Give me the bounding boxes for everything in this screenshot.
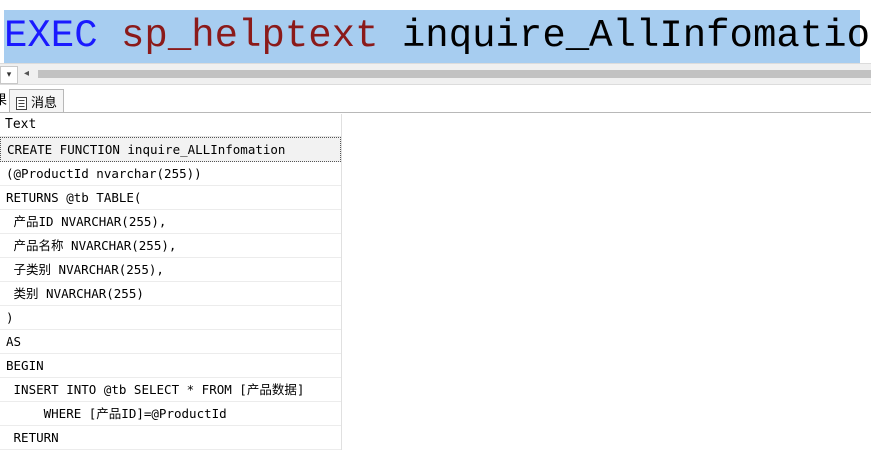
scroll-left-icon[interactable]: ◂ <box>24 65 29 83</box>
column-header-text[interactable]: Text <box>0 114 341 137</box>
table-row[interactable]: RETURN <box>0 426 341 450</box>
table-row[interactable]: 类别 NVARCHAR(255) <box>0 282 341 306</box>
horizontal-scrollbar[interactable]: ▾ ◂ <box>0 63 871 85</box>
editor-selected-line[interactable]: EXEC sp_helptext inquire_AllInfomation <box>4 10 871 63</box>
chevron-down-icon[interactable]: ▾ <box>0 66 18 84</box>
results-grid[interactable]: Text CREATE FUNCTION inquire_ALLInfomati… <box>0 114 342 450</box>
sql-editor[interactable]: EXEC sp_helptext inquire_AllInfomation <box>0 0 871 63</box>
exec-keyword: EXEC <box>4 14 98 58</box>
table-row[interactable]: 产品名称 NVARCHAR(255), <box>0 234 341 258</box>
table-row[interactable]: CREATE FUNCTION inquire_ALLInfomation <box>0 137 341 162</box>
table-row[interactable]: 子类别 NVARCHAR(255), <box>0 258 341 282</box>
tab-messages[interactable]: 消息 <box>9 89 65 112</box>
table-row[interactable]: AS <box>0 330 341 354</box>
table-row[interactable]: BEGIN <box>0 354 341 378</box>
table-row[interactable]: ) <box>0 306 341 330</box>
tab-results[interactable]: 果 <box>0 91 8 111</box>
table-row[interactable]: (@ProductId nvarchar(255)) <box>0 162 341 186</box>
scrollbar-thumb[interactable] <box>38 70 871 78</box>
document-icon <box>16 95 27 110</box>
table-row[interactable]: 产品ID NVARCHAR(255), <box>0 210 341 234</box>
procedure-name: sp_helptext <box>121 14 379 58</box>
tab-messages-label: 消息 <box>31 95 58 111</box>
results-tab-strip: 果 消息 <box>0 88 871 113</box>
table-row[interactable]: INSERT INTO @tb SELECT * FROM [产品数据] <box>0 378 341 402</box>
tab-results-label: 果 <box>0 93 8 108</box>
table-row[interactable]: WHERE [产品ID]=@ProductId <box>0 402 341 426</box>
procedure-argument: inquire_AllInfomation <box>401 14 871 58</box>
table-row[interactable]: RETURNS @tb TABLE( <box>0 186 341 210</box>
